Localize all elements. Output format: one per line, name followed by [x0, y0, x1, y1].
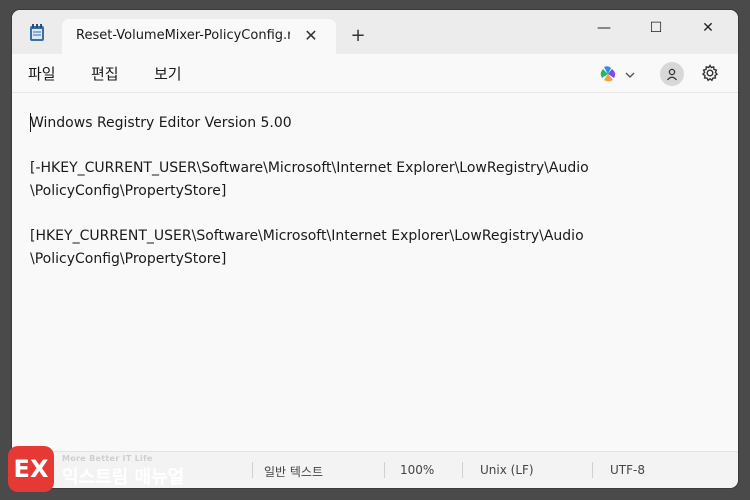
- status-separator: [592, 462, 593, 478]
- status-separator: [462, 462, 463, 478]
- status-line-ending[interactable]: Unix (LF): [480, 463, 534, 477]
- new-tab-button[interactable]: +: [348, 26, 368, 46]
- minimize-button[interactable]: —: [586, 14, 622, 42]
- status-text-type[interactable]: 일반 텍스트: [264, 463, 323, 480]
- editor-line: \PolicyConfig\PropertyStore]: [30, 183, 227, 199]
- menu-bar: 파일 편집 보기: [12, 54, 738, 93]
- close-button[interactable]: ✕: [690, 14, 726, 42]
- gear-icon[interactable]: [700, 63, 720, 83]
- status-separator: [384, 462, 385, 478]
- text-editor[interactable]: Windows Registry Editor Version 5.00 [-H…: [12, 93, 738, 451]
- menu-edit[interactable]: 편집: [91, 63, 119, 84]
- menu-file[interactable]: 파일: [28, 63, 56, 84]
- editor-line: [-HKEY_CURRENT_USER\Software\Microsoft\I…: [30, 160, 589, 176]
- tab-title: Reset-VolumeMixer-PolicyConfig.r: [76, 28, 290, 43]
- notepad-icon: [29, 24, 45, 42]
- tab-close-icon[interactable]: ✕: [302, 27, 320, 45]
- status-encoding[interactable]: UTF-8: [610, 463, 645, 477]
- editor-line: Windows Registry Editor Version 5.00: [30, 115, 292, 131]
- chevron-down-icon[interactable]: [624, 66, 636, 78]
- watermark-name: 익스트림 매뉴얼: [62, 467, 185, 488]
- maximize-button[interactable]: ☐: [638, 14, 674, 42]
- copilot-icon[interactable]: [598, 64, 618, 84]
- status-separator: [252, 462, 253, 478]
- document-tab[interactable]: Reset-VolumeMixer-PolicyConfig.r ✕: [62, 19, 336, 54]
- status-zoom[interactable]: 100%: [400, 463, 434, 477]
- notepad-window: Reset-VolumeMixer-PolicyConfig.r ✕ + — ☐…: [12, 10, 738, 488]
- title-bar: Reset-VolumeMixer-PolicyConfig.r ✕ + — ☐…: [12, 10, 738, 54]
- menu-view[interactable]: 보기: [154, 63, 182, 84]
- editor-line: [HKEY_CURRENT_USER\Software\Microsoft\In…: [30, 228, 584, 244]
- editor-line: \PolicyConfig\PropertyStore]: [30, 251, 227, 267]
- watermark: EX More Better IT Life 익스트림 매뉴얼: [0, 440, 240, 500]
- watermark-tagline: More Better IT Life: [62, 454, 153, 463]
- watermark-logo-text: EX: [13, 455, 49, 483]
- watermark-logo: EX: [8, 446, 54, 492]
- account-icon[interactable]: [660, 62, 684, 86]
